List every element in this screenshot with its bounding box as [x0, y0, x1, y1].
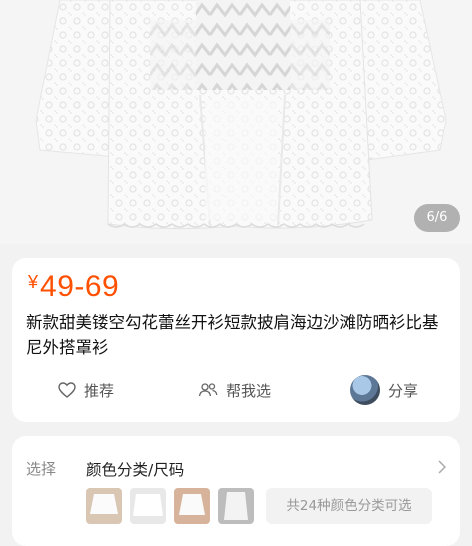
- select-label: 选择: [26, 460, 57, 478]
- avatar: [350, 375, 380, 405]
- chevron-right-icon: [438, 460, 446, 474]
- people-icon: [198, 383, 218, 397]
- product-info-card: ¥49-69 新款甜美镂空勾花蕾丝开衫短款披肩海边沙滩防晒衫比基尼外搭罩衫 推荐…: [12, 258, 460, 422]
- color-thumb[interactable]: [174, 488, 210, 524]
- share-button[interactable]: 分享: [350, 368, 418, 412]
- color-thumb[interactable]: [130, 488, 166, 524]
- color-thumb[interactable]: [218, 488, 254, 524]
- currency-symbol: ¥: [28, 272, 39, 292]
- product-title: 新款甜美镂空勾花蕾丝开衫短款披肩海边沙滩防晒衫比基尼外搭罩衫: [26, 313, 439, 357]
- product-image-gallery[interactable]: 6/6: [0, 0, 472, 244]
- heart-icon: [58, 382, 76, 398]
- color-thumb[interactable]: [86, 488, 122, 524]
- share-label: 分享: [388, 381, 419, 400]
- product-photo: [0, 0, 472, 244]
- image-counter: 6/6: [414, 204, 460, 232]
- recommend-label: 推荐: [84, 381, 115, 400]
- price: ¥49-69: [28, 270, 119, 304]
- sku-selector[interactable]: 选择 颜色分类/尺码 共24种颜色分类可选: [12, 436, 460, 546]
- help-choose-label: 帮我选: [226, 381, 272, 400]
- help-choose-button[interactable]: 帮我选: [198, 368, 271, 412]
- select-value: 颜色分类/尺码: [86, 461, 185, 479]
- more-colors-button[interactable]: 共24种颜色分类可选: [266, 488, 432, 524]
- recommend-button[interactable]: 推荐: [58, 368, 114, 412]
- price-value: 49-69: [40, 270, 120, 303]
- color-thumbnails: [86, 488, 254, 524]
- action-bar: 推荐 帮我选 分享: [12, 368, 460, 412]
